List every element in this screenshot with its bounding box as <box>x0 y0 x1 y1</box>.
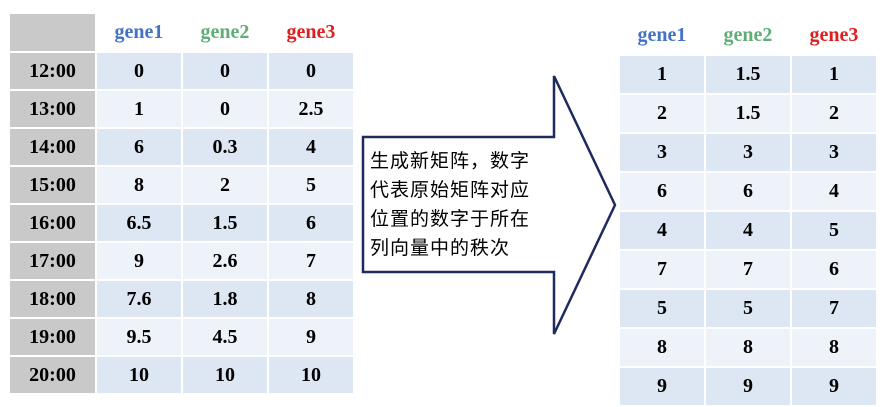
table-row: 9 9 9 <box>620 368 876 405</box>
table-cell: 8 <box>792 329 876 366</box>
table-cell: 1 <box>792 56 876 93</box>
table-cell: 4 <box>706 212 790 249</box>
table-row: 6 6 4 <box>620 173 876 210</box>
table-cell: 7 <box>792 290 876 327</box>
table-cell: 7 <box>620 251 704 288</box>
table-cell: 4 <box>792 173 876 210</box>
table-cell: 1.5 <box>706 95 790 132</box>
header-gene2: gene2 <box>706 17 790 54</box>
table-cell: 3 <box>620 134 704 171</box>
table-cell: 3 <box>706 134 790 171</box>
table-row: 7 7 6 <box>620 251 876 288</box>
arrow-caption: 生成新矩阵，数字 代表原始矩阵对应 位置的数字于所在 列向量中的秩次 <box>370 147 610 263</box>
table-row: 2 1.5 2 <box>620 95 876 132</box>
table-row: 4 4 5 <box>620 212 876 249</box>
table-row: 8 8 8 <box>620 329 876 366</box>
table-row: 1 1.5 1 <box>620 56 876 93</box>
table-cell: 2 <box>620 95 704 132</box>
arrow-caption-line: 代表原始矩阵对应 <box>370 179 531 201</box>
table-cell: 5 <box>620 290 704 327</box>
table-row: 5 5 7 <box>620 290 876 327</box>
table-cell: 1 <box>620 56 704 93</box>
table-cell: 6 <box>706 173 790 210</box>
table-cell: 9 <box>620 368 704 405</box>
rank-matrix-table: gene1 gene2 gene3 1 1.5 1 2 1.5 2 3 3 3 … <box>618 15 878 407</box>
table-cell: 9 <box>792 368 876 405</box>
header-gene1: gene1 <box>620 17 704 54</box>
arrow-caption-line: 列向量中的秩次 <box>370 237 511 259</box>
arrow-caption-line: 位置的数字于所在 <box>370 208 531 230</box>
table-cell: 5 <box>792 212 876 249</box>
table-row: 3 3 3 <box>620 134 876 171</box>
table-cell: 7 <box>706 251 790 288</box>
table-cell: 8 <box>706 329 790 366</box>
table-cell: 5 <box>706 290 790 327</box>
table-cell: 2 <box>792 95 876 132</box>
table-cell: 1.5 <box>706 56 790 93</box>
table-cell: 6 <box>620 173 704 210</box>
header-gene3: gene3 <box>792 17 876 54</box>
arrow-caption-line: 生成新矩阵，数字 <box>370 150 531 172</box>
table-cell: 4 <box>620 212 704 249</box>
table-cell: 3 <box>792 134 876 171</box>
table-header-row: gene1 gene2 gene3 <box>620 17 876 54</box>
table-cell: 6 <box>792 251 876 288</box>
table-cell: 9 <box>706 368 790 405</box>
table-cell: 8 <box>620 329 704 366</box>
